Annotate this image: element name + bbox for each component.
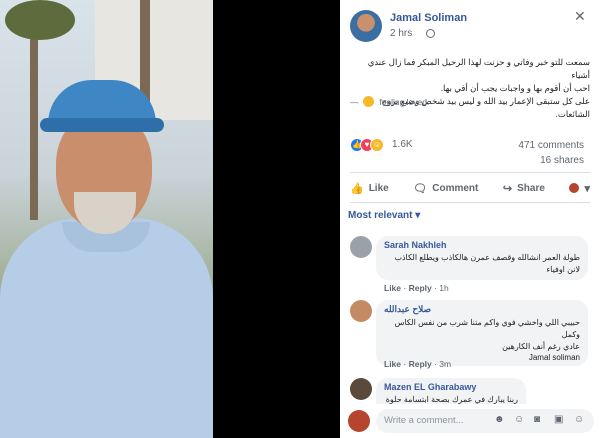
feeling-dash: — xyxy=(350,97,359,107)
comment-time[interactable]: 1h xyxy=(439,283,448,293)
commenter-name[interactable]: صلاح عبدالله xyxy=(384,304,580,315)
post-text-line: سمعت للتو خبر وفاتي و حزنت لهذا الرحيل ا… xyxy=(367,57,590,80)
speech-bubble-icon: 🗨 xyxy=(413,182,428,195)
comment-input[interactable]: Write a comment... ☻ ☺ ◙ ▣ ☺ xyxy=(376,409,594,433)
feeling-status: — feeling loved. xyxy=(350,96,590,107)
user-avatar xyxy=(569,183,580,193)
divider xyxy=(350,202,590,203)
post-time[interactable]: 2 hrs xyxy=(390,28,412,39)
comment-input-placeholder: Write a comment... xyxy=(384,415,464,426)
chevron-down-icon: ▾ xyxy=(415,210,421,221)
post-photo[interactable] xyxy=(0,0,213,438)
gif-icon[interactable]: ▣ xyxy=(554,414,563,425)
comments-count[interactable]: 471 comments xyxy=(518,140,584,151)
comment-sort-dropdown[interactable]: Most relevant ▾ xyxy=(348,210,420,221)
comment-reply-link[interactable]: Reply xyxy=(409,283,432,293)
feeling-text: feeling loved. xyxy=(379,97,430,107)
avatar-sticker-icon[interactable]: ☻ xyxy=(494,414,505,425)
comment-text: حبيبي اللي واخشي فوي واكم متنا شرب من نف… xyxy=(384,317,580,353)
palm-trunk xyxy=(30,20,38,220)
commenter-name[interactable]: Sarah Nakhleh xyxy=(384,240,580,250)
comment-label: Comment xyxy=(432,182,479,194)
share-arrow-icon: ↪ xyxy=(502,182,513,195)
thumbs-up-icon: 👍 xyxy=(350,182,364,195)
comment-bubble: صلاح عبدالله حبيبي اللي واخشي فوي واكم م… xyxy=(376,300,588,366)
comment-reply-link[interactable]: Reply xyxy=(409,359,432,369)
close-icon[interactable]: ✕ xyxy=(574,8,586,25)
author-name[interactable]: Jamal Soliman xyxy=(390,12,467,24)
share-button[interactable]: ↪ Share xyxy=(503,182,545,195)
sticker-icon[interactable]: ☺ xyxy=(574,414,584,425)
post-header: Jamal Soliman 2 hrs ✕ xyxy=(340,0,600,44)
comment-sort-label: Most relevant xyxy=(348,210,413,221)
person-cap-brim xyxy=(40,118,164,132)
comment-meta: Like · Reply · 3m xyxy=(384,359,452,369)
feeling-loved-icon xyxy=(362,96,374,107)
comment-text-line: لانن اوفياء xyxy=(546,265,580,274)
comment-bubble: Sarah Nakhleh طولة العمر انشالله وقصف عم… xyxy=(376,236,588,280)
commenter-avatar[interactable] xyxy=(350,236,372,258)
post-panel: Jamal Soliman 2 hrs ✕ سمعت للتو خبر وفات… xyxy=(340,0,600,438)
comment-button[interactable]: 🗨 Comment xyxy=(413,182,478,195)
comment-text-line: حبيبي اللي واخشي فوي واكم متنا شرب من نف… xyxy=(394,318,580,339)
comment-meta: Like · Reply · 1h xyxy=(384,283,449,293)
author-avatar[interactable] xyxy=(350,10,382,42)
user-avatar xyxy=(348,410,370,432)
comment-time[interactable]: 3m xyxy=(439,359,451,369)
post-text: سمعت للتو خبر وفاتي و حزنت لهذا الرحيل ا… xyxy=(350,56,590,121)
chevron-down-icon: ▾ xyxy=(584,182,590,195)
comment-composer: Write a comment... ☻ ☺ ◙ ▣ ☺ xyxy=(340,404,600,438)
post-as-selector[interactable]: ▾ xyxy=(569,182,590,195)
post-text-line: احب أن أقوم بها و واجبات يجب أن أفي بها. xyxy=(440,83,590,93)
like-label: Like xyxy=(368,182,389,194)
like-button[interactable]: 👍 Like xyxy=(350,182,389,195)
globe-icon xyxy=(426,29,435,38)
emoji-icon[interactable]: ☺ xyxy=(514,414,524,425)
commenter-avatar[interactable] xyxy=(350,378,372,400)
post-actions: 👍 Like 🗨 Comment ↪ Share ▾ xyxy=(350,176,590,200)
divider xyxy=(350,172,590,173)
comment-text-line: عادي رغم أنف الكارهين xyxy=(502,342,580,351)
camera-icon[interactable]: ◙ xyxy=(534,414,540,425)
comment-text: طولة العمر انشالله وقصف عمرن هالكاذب ويط… xyxy=(384,252,580,276)
shares-count[interactable]: 16 shares xyxy=(540,155,584,166)
commenter-name[interactable]: Mazen EL Gharabawy xyxy=(384,382,518,392)
comment-like-link[interactable]: Like xyxy=(384,359,401,369)
share-label: Share xyxy=(517,182,545,194)
palm-leaves xyxy=(5,0,75,40)
haha-reaction-icon: ☺ xyxy=(370,138,384,152)
comment-text-line: طولة العمر انشالله وقصف عمرن هالكاذب ويط… xyxy=(394,253,580,262)
commenter-avatar[interactable] xyxy=(350,300,372,322)
reaction-count[interactable]: 1.6K xyxy=(392,139,413,150)
comment-like-link[interactable]: Like xyxy=(384,283,401,293)
